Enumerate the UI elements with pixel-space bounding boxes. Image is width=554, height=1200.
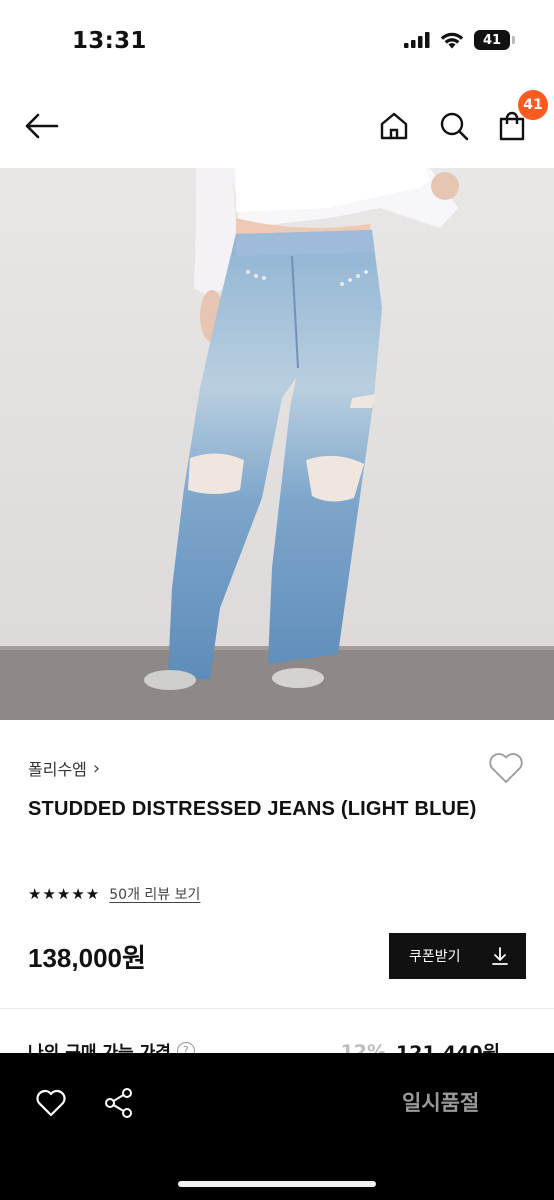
battery-icon: 41	[474, 30, 515, 50]
home-icon	[380, 112, 408, 140]
share-button[interactable]	[97, 1081, 141, 1125]
star-icon: ★	[71, 884, 85, 903]
status-icons: 41	[404, 30, 515, 50]
star-icon: ★	[28, 884, 42, 903]
cart-badge: 41	[518, 90, 548, 120]
back-arrow-icon	[25, 113, 59, 139]
status-time: 13:31	[72, 28, 147, 54]
top-nav: 41	[0, 84, 554, 168]
search-icon	[440, 112, 469, 141]
bottom-action-bar: 일시품절	[0, 1053, 554, 1200]
search-button[interactable]	[432, 104, 476, 148]
star-icon: ★	[56, 884, 71, 903]
divider	[0, 1008, 554, 1009]
heart-outline-icon	[489, 753, 523, 783]
star-icon: ★	[85, 884, 100, 903]
back-button[interactable]	[20, 104, 64, 148]
download-icon	[492, 947, 508, 965]
star-icon: ★	[42, 884, 56, 903]
brand-name: 폴리수엠	[28, 760, 87, 779]
chevron-right-icon: ›	[92, 757, 101, 779]
home-indicator	[178, 1181, 376, 1187]
status-bar: 13:31 41	[0, 0, 554, 84]
home-button[interactable]	[372, 104, 416, 148]
share-icon	[105, 1088, 132, 1118]
review-link[interactable]: 50개 리뷰 보기	[109, 884, 200, 904]
wifi-icon	[440, 32, 464, 48]
product-title: STUDDED DISTRESSED JEANS (LIGHT BLUE)	[28, 798, 477, 820]
signal-icon	[404, 32, 430, 48]
jeans-photo	[0, 168, 554, 720]
coupon-label: 쿠폰받기	[409, 949, 461, 965]
wishlist-button[interactable]	[484, 748, 528, 788]
soldout-status: 일시품절	[402, 1091, 480, 1115]
bottom-wishlist-button[interactable]	[29, 1081, 73, 1125]
rating-stars: ★ ★ ★ ★ ★	[28, 884, 100, 903]
brand-link[interactable]: 폴리수엠 ›	[28, 756, 100, 780]
cart-button[interactable]: 41	[490, 90, 548, 148]
coupon-button[interactable]: 쿠폰받기	[389, 933, 526, 979]
heart-outline-icon	[36, 1089, 66, 1117]
product-image[interactable]	[0, 168, 554, 720]
product-price: 138,000원	[28, 943, 146, 973]
rating-row: ★ ★ ★ ★ ★ 50개 리뷰 보기	[28, 884, 200, 904]
